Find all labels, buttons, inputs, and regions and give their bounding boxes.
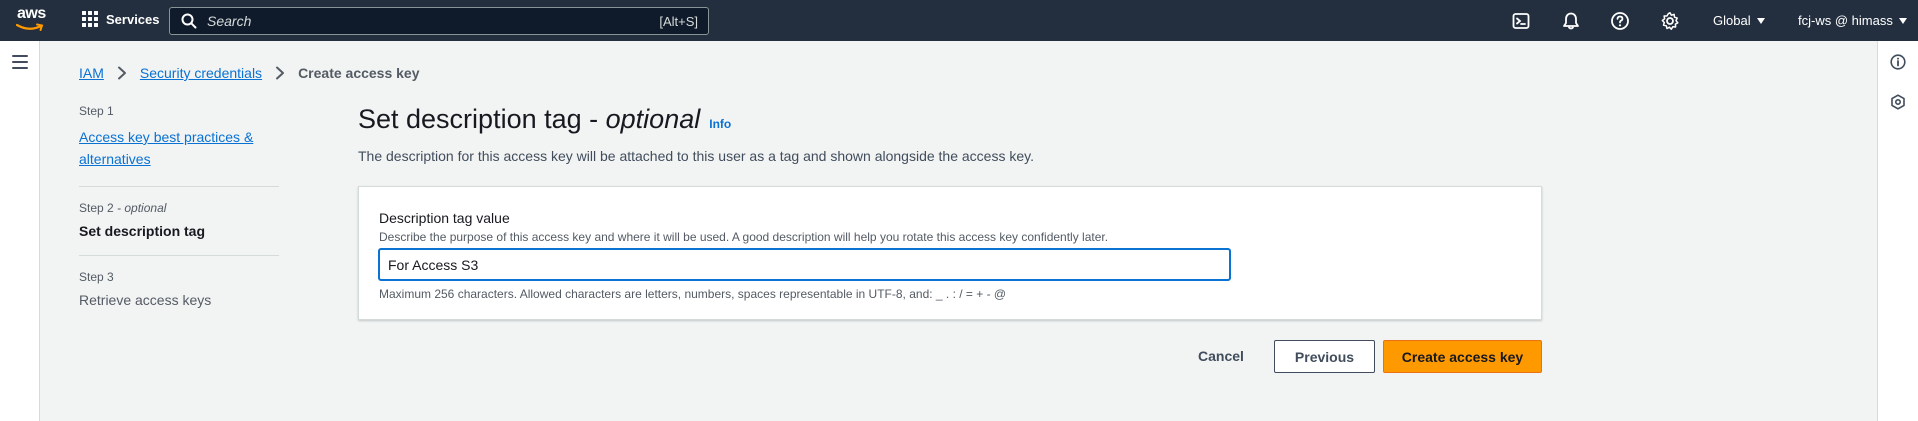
top-navigation: aws Services Search [Alt+S] Global fcj-w… xyxy=(0,0,1918,41)
services-label: Services xyxy=(106,11,160,27)
aws-logo[interactable]: aws xyxy=(16,6,50,36)
step-2-label: Step 2 - optional xyxy=(79,201,167,215)
step-3: Step 3 Retrieve access keys xyxy=(79,270,279,308)
info-link[interactable]: Info xyxy=(709,117,731,131)
side-navigation-drawer xyxy=(0,41,40,421)
notifications-icon[interactable] xyxy=(1561,11,1581,31)
account-menu[interactable]: fcj-ws @ himass xyxy=(1798,13,1907,28)
search-bar[interactable]: Search [Alt+S] xyxy=(169,7,709,35)
description-tag-constraint: Maximum 256 characters. Allowed characte… xyxy=(379,287,1007,301)
search-shortcut: [Alt+S] xyxy=(659,13,698,29)
description-tag-input[interactable] xyxy=(378,248,1231,281)
create-access-key-button[interactable]: Create access key xyxy=(1383,340,1542,373)
cloudshell-icon[interactable] xyxy=(1511,11,1531,31)
region-label: Global xyxy=(1713,13,1751,28)
step-1: Step 1 Access key best practices & alter… xyxy=(79,104,279,170)
region-selector[interactable]: Global xyxy=(1713,13,1765,28)
services-grid-icon xyxy=(82,11,98,27)
breadcrumb-current: Create access key xyxy=(298,65,420,81)
search-icon xyxy=(181,13,197,29)
search-placeholder: Search xyxy=(207,13,252,29)
description-tag-label: Description tag value xyxy=(379,210,510,226)
breadcrumb-security-credentials[interactable]: Security credentials xyxy=(140,65,262,81)
services-menu[interactable]: Services xyxy=(82,11,160,27)
menu-toggle-icon[interactable] xyxy=(12,55,28,69)
caret-down-icon xyxy=(1898,17,1907,24)
info-panel-icon[interactable] xyxy=(1890,54,1906,70)
step-1-link[interactable]: Access key best practices & alternatives xyxy=(79,126,279,170)
description-tag-hint: Describe the purpose of this access key … xyxy=(379,230,1109,244)
aws-logo-text: aws xyxy=(17,5,46,22)
breadcrumb: IAM Security credentials Create access k… xyxy=(79,65,420,81)
chevron-right-icon xyxy=(276,66,285,80)
step-2: Step 2 - optional Set description tag xyxy=(79,201,279,239)
settings-icon[interactable] xyxy=(1660,11,1680,31)
chevron-right-icon xyxy=(117,66,126,80)
step-1-label: Step 1 xyxy=(79,104,114,118)
step-divider xyxy=(79,255,279,256)
page-description: The description for this access key will… xyxy=(358,148,1034,164)
description-tag-card: Description tag value Describe the purpo… xyxy=(358,186,1542,320)
cancel-button[interactable]: Cancel xyxy=(1198,348,1244,364)
caret-down-icon xyxy=(1756,17,1765,24)
aws-smile-icon xyxy=(16,23,44,31)
step-2-title: Set description tag xyxy=(79,223,206,239)
hexagon-settings-icon[interactable] xyxy=(1890,94,1906,110)
previous-button[interactable]: Previous xyxy=(1274,340,1375,373)
breadcrumb-iam[interactable]: IAM xyxy=(79,65,104,81)
step-3-label: Step 3 xyxy=(79,270,114,284)
tools-panel-drawer xyxy=(1877,41,1918,421)
page-title: Set description tag - optional Info xyxy=(358,104,731,135)
wizard-steps: Step 1 Access key best practices & alter… xyxy=(79,104,279,308)
step-3-title: Retrieve access keys xyxy=(79,292,212,308)
step-divider xyxy=(79,186,279,187)
page-heading: Set description tag - optional xyxy=(358,104,701,134)
account-label: fcj-ws @ himass xyxy=(1798,13,1893,28)
help-icon[interactable] xyxy=(1610,11,1630,31)
